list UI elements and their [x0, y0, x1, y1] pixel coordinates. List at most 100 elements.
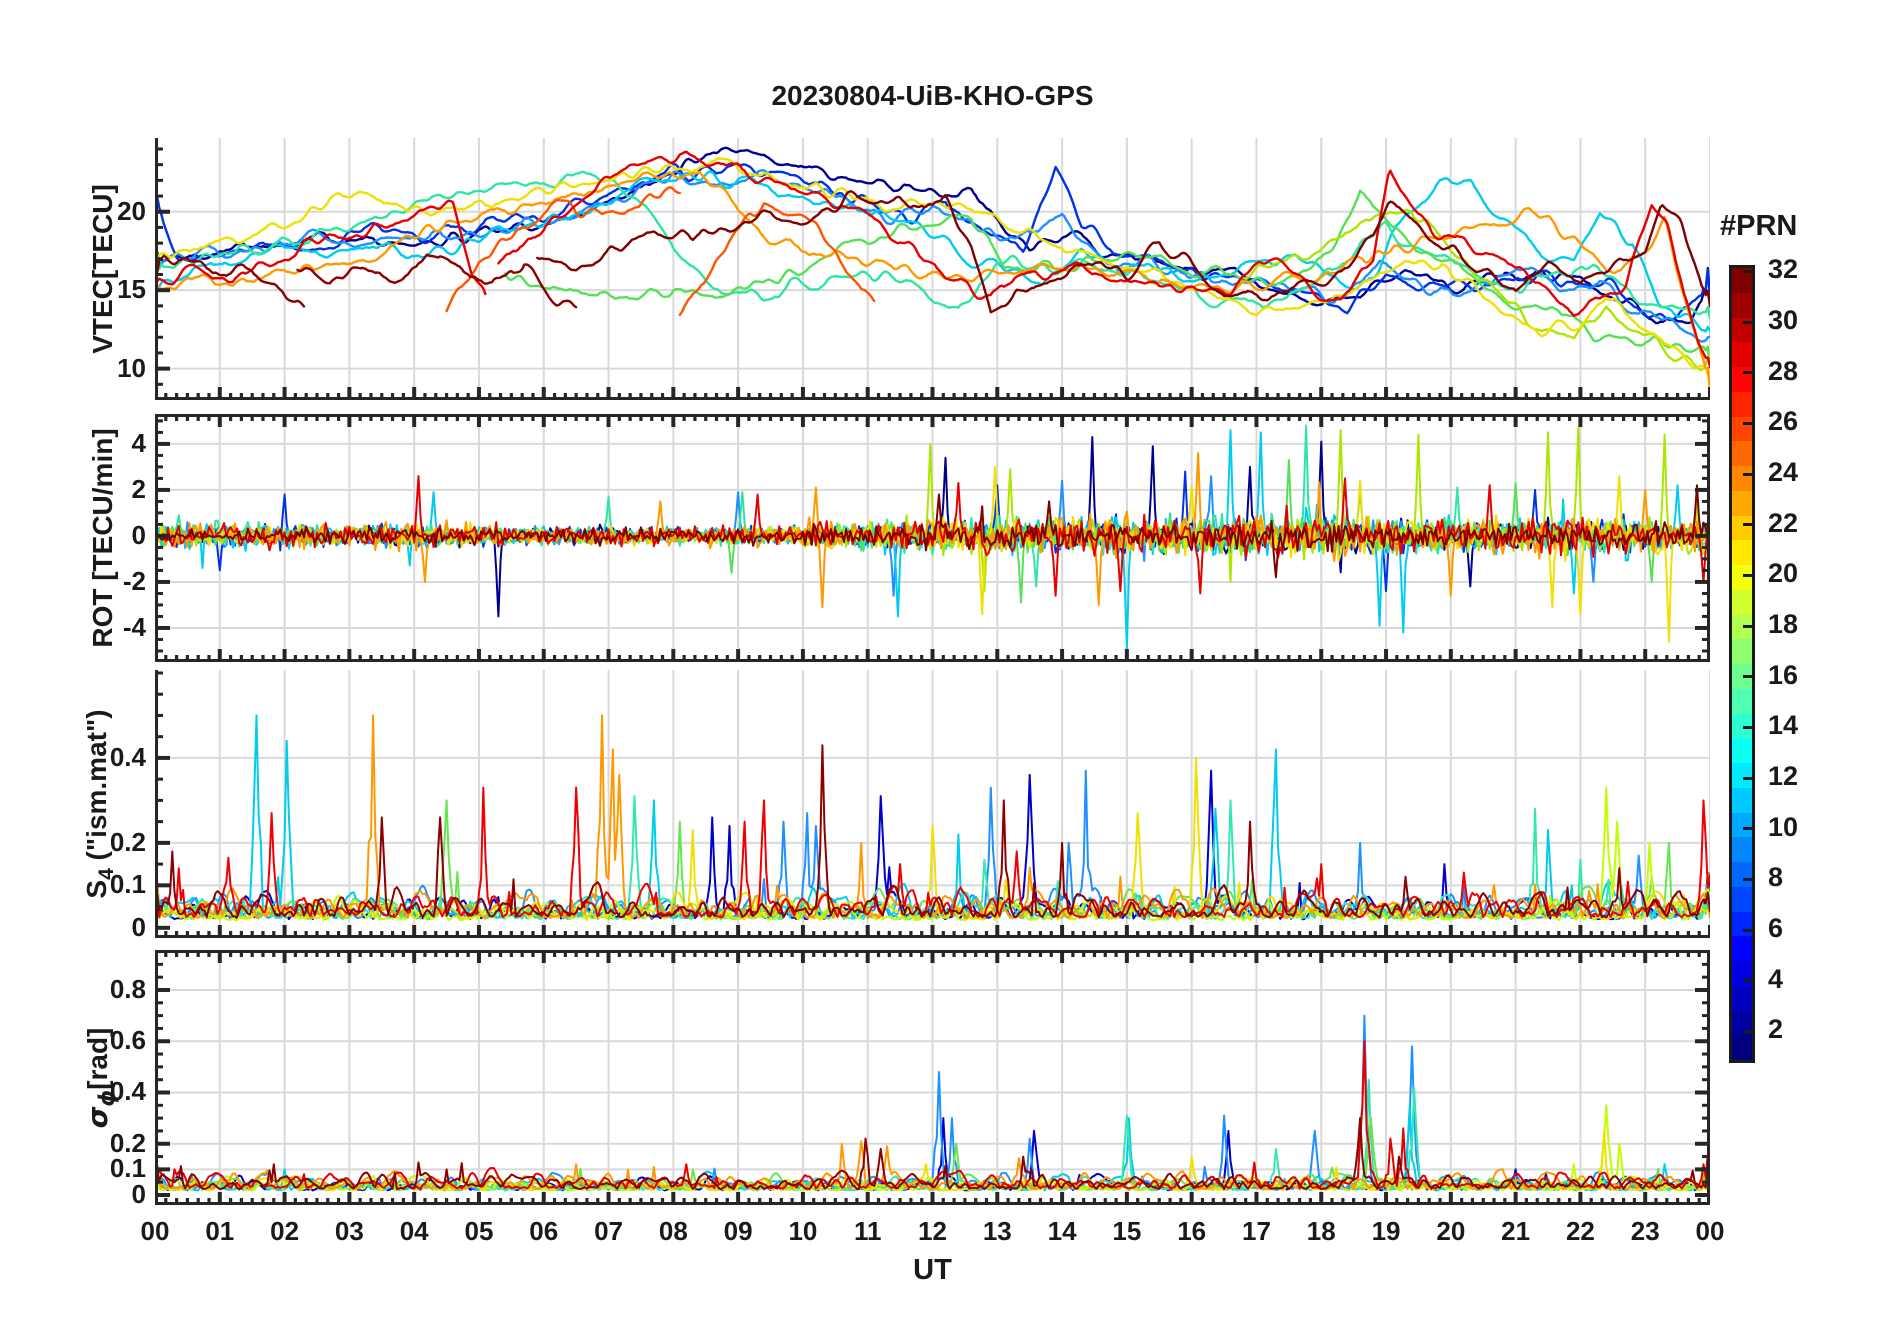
x-tick-label: 00: [1695, 1216, 1725, 1246]
colorbar-segment-prn-22: [1732, 515, 1752, 541]
y-tick-label-s4: 0.1: [109, 869, 146, 900]
colorbar-tick-label: 6: [1768, 913, 1784, 943]
x-axis-label: UT: [913, 1254, 952, 1286]
colorbar-tick-label: 24: [1768, 457, 1799, 487]
y-tick-label-vtec: 20: [117, 195, 146, 226]
colorbar-segment-prn-24: [1732, 466, 1752, 491]
colorbar-tick-label: 30: [1768, 305, 1799, 335]
panel-vtec: [155, 138, 1710, 400]
colorbar-segment-prn-5: [1732, 936, 1752, 961]
colorbar-tick-label: 2: [1768, 1014, 1784, 1045]
x-tick-label: 10: [788, 1216, 818, 1246]
y-tick-label-vtec: 15: [117, 274, 146, 305]
colorbar-segment-prn-20: [1732, 565, 1752, 590]
sigma-symbol: σ: [81, 1106, 114, 1129]
colorbar-tick: [1743, 979, 1752, 983]
y-tick-label-s4: 0.2: [109, 826, 146, 857]
colorbar-tick: [1743, 523, 1752, 527]
y-tick-label-vtec: 10: [117, 352, 146, 383]
colorbar-segment-prn-31: [1732, 292, 1752, 318]
colorbar-tick-label: 32: [1768, 254, 1799, 285]
colorbar-segment-prn-9: [1732, 837, 1752, 862]
y-tick-label-sigma: 0.4: [109, 1076, 146, 1107]
x-tick-label: 19: [1371, 1216, 1401, 1246]
y-tick-label-s4: 0: [131, 911, 146, 942]
panel-sigma: [155, 950, 1710, 1205]
colorbar-segment-prn-3: [1732, 985, 1752, 1011]
colorbar-tick: [1743, 371, 1752, 375]
colorbar-segment-prn-1: [1732, 1035, 1752, 1060]
colorbar-tick: [1743, 624, 1752, 628]
colorbar-tick: [1743, 320, 1752, 324]
colorbar-tick: [1743, 472, 1752, 476]
colorbar-segment-prn-29: [1732, 342, 1752, 367]
colorbar-tick-label: 10: [1768, 811, 1799, 842]
colorbar-segment-prn-13: [1732, 738, 1752, 763]
colorbar-tick: [1743, 675, 1752, 679]
colorbar-segment-prn-23: [1732, 490, 1752, 516]
x-tick-label: 22: [1565, 1216, 1595, 1246]
x-tick-label: 15: [1112, 1216, 1142, 1246]
colorbar-tick-label: 4: [1768, 963, 1784, 994]
colorbar-segment-prn-25: [1732, 441, 1752, 466]
colorbar-tick-label: 20: [1768, 558, 1799, 589]
y-tick-label-rot: 4: [131, 427, 146, 458]
series-prn-32: [536, 190, 1710, 314]
colorbar-tick: [1743, 269, 1752, 273]
colorbar-tick: [1743, 928, 1752, 932]
colorbar-segment-prn-8: [1732, 862, 1752, 887]
x-tick-label: 05: [464, 1216, 494, 1246]
colorbar-segment-prn-10: [1732, 812, 1752, 838]
colorbar-title: #PRN: [1720, 210, 1798, 242]
colorbar-segment-prn-17: [1732, 639, 1752, 664]
colorbar-tick-label: 14: [1768, 710, 1799, 741]
colorbar-tick-label: 26: [1768, 406, 1799, 437]
y-tick-label-rot: 0: [131, 519, 146, 550]
panel-rot: [155, 414, 1710, 662]
colorbar-tick: [1743, 573, 1752, 577]
x-tick-label: 12: [918, 1216, 947, 1246]
colorbar-tick-label: 12: [1768, 761, 1799, 791]
colorbar-segment-prn-12: [1732, 763, 1752, 788]
colorbar-segment-prn-21: [1732, 540, 1752, 565]
x-tick-label: 06: [529, 1216, 559, 1246]
x-tick-label: 00: [140, 1216, 170, 1246]
colorbar-tick: [1743, 827, 1752, 831]
colorbar-segment-prn-27: [1732, 391, 1752, 417]
x-tick-label: 13: [982, 1216, 1012, 1246]
y-tick-label-sigma: 0.6: [109, 1025, 146, 1056]
colorbar-segment-prn-7: [1732, 886, 1752, 912]
y-tick-label-sigma: 0.8: [109, 973, 146, 1004]
colorbar: [1729, 265, 1755, 1063]
x-tick-label: 20: [1436, 1216, 1466, 1246]
y-tick-label-sigma: 0.2: [109, 1127, 146, 1158]
x-tick-label: 08: [658, 1216, 688, 1246]
colorbar-segment-prn-6: [1732, 911, 1752, 937]
colorbar-tick: [1743, 1029, 1752, 1033]
colorbar-tick: [1743, 725, 1752, 729]
colorbar-tick-label: 16: [1768, 659, 1799, 690]
series-prn-31: [296, 253, 578, 309]
colorbar-tick-label: 28: [1768, 355, 1799, 386]
x-tick-label: 11: [853, 1216, 882, 1246]
y-tick-label-rot: -4: [122, 611, 146, 642]
x-tick-label: 03: [334, 1216, 364, 1246]
gps-scintillation-figure: 20230804-UiB-KHO-GPS VTEC[TECU] ROT [TEC…: [0, 0, 1902, 1330]
x-tick-label: 23: [1630, 1216, 1660, 1246]
x-tick-label: 18: [1306, 1216, 1336, 1246]
colorbar-segment-prn-26: [1732, 416, 1752, 442]
colorbar-segment-prn-11: [1732, 787, 1752, 813]
x-tick-label: 04: [399, 1216, 429, 1246]
colorbar-tick-label: 18: [1768, 609, 1799, 639]
colorbar-tick-label: 22: [1768, 507, 1799, 538]
colorbar-tick-label: 8: [1768, 862, 1784, 893]
y-tick-label-rot: -2: [122, 565, 146, 596]
colorbar-tick: [1743, 877, 1752, 881]
x-tick-label: 07: [594, 1216, 623, 1246]
colorbar-segment-prn-15: [1732, 688, 1752, 714]
chart-title: 20230804-UiB-KHO-GPS: [771, 80, 1094, 111]
colorbar-tick: [1743, 776, 1752, 780]
colorbar-tick: [1743, 421, 1752, 425]
x-tick-label: 01: [205, 1216, 235, 1246]
x-tick-label: 21: [1501, 1216, 1531, 1246]
